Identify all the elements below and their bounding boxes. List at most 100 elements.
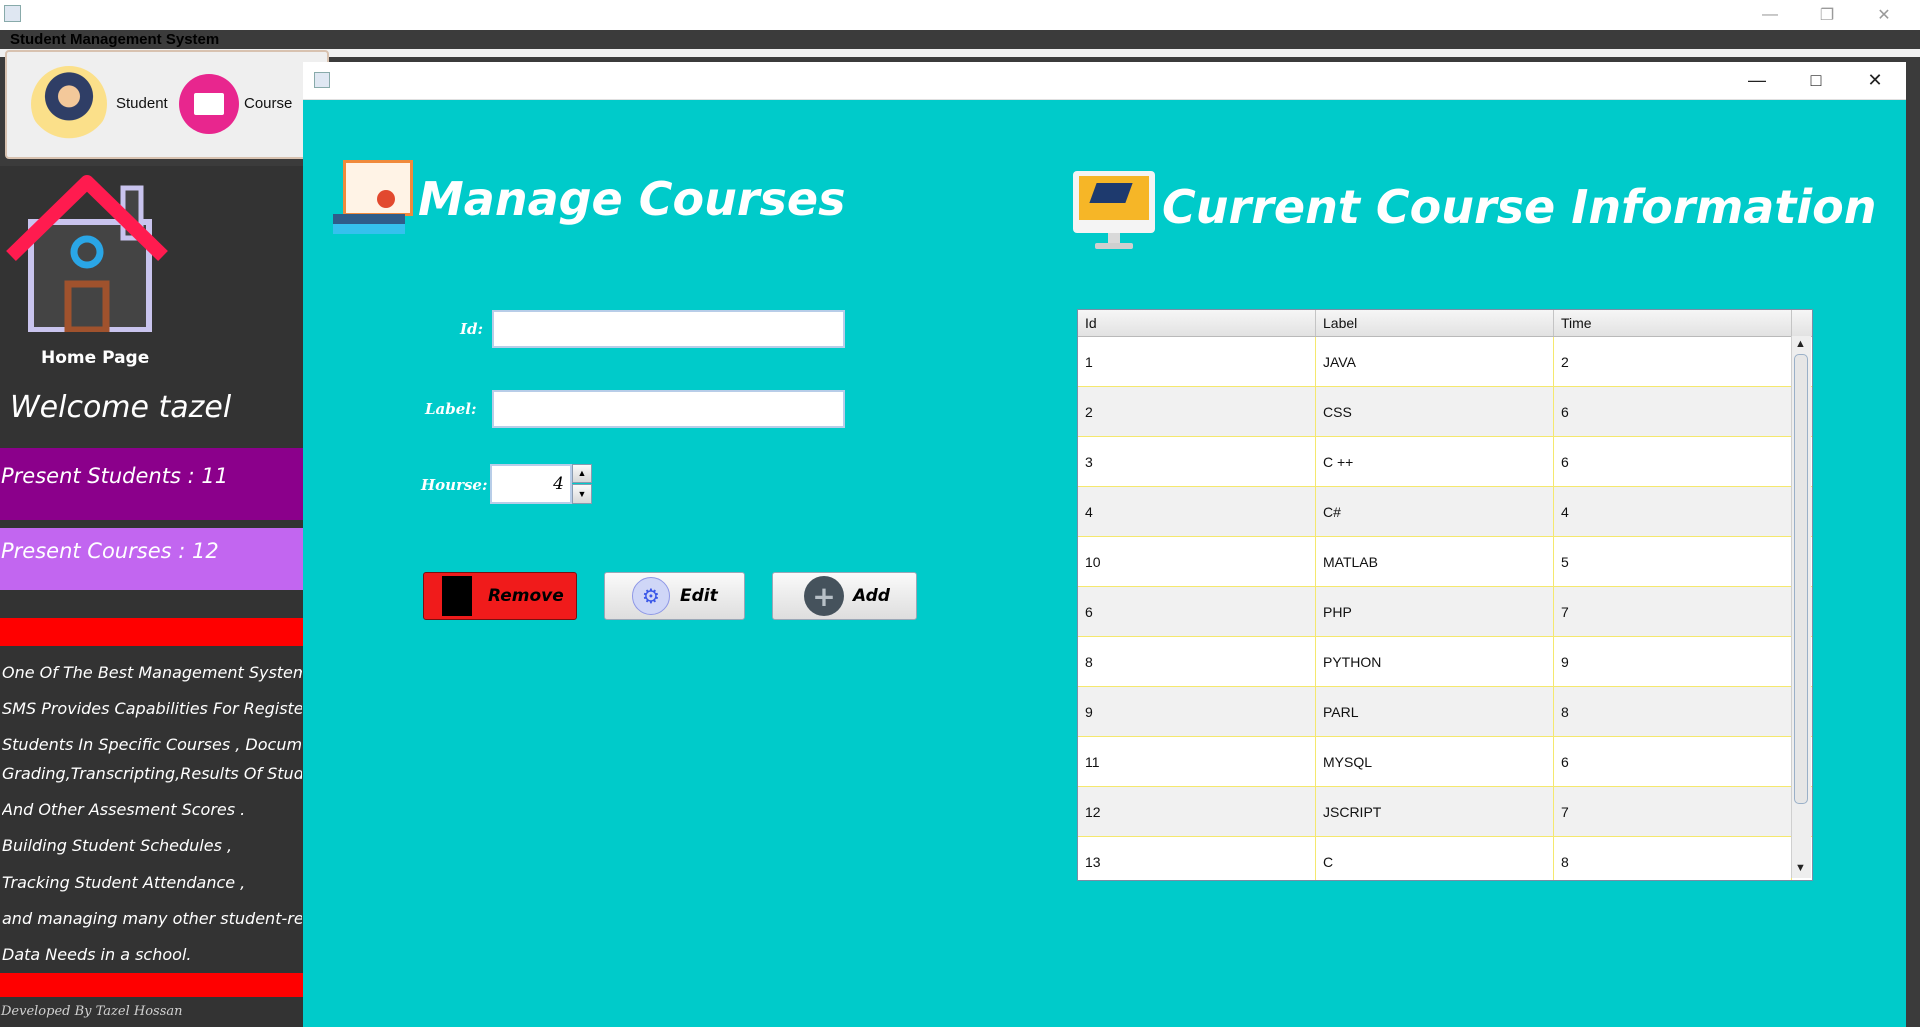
- hours-field[interactable]: 4: [490, 464, 572, 504]
- current-course-title: Current Course Information: [1162, 180, 1877, 234]
- cell-label: MATLAB: [1316, 537, 1554, 586]
- column-header-time[interactable]: Time: [1554, 310, 1792, 336]
- inner-maximize-button[interactable]: □: [1787, 62, 1845, 99]
- table-header: Id Label Time: [1078, 310, 1812, 337]
- cell-time: 6: [1554, 437, 1792, 486]
- label-field[interactable]: [492, 390, 845, 428]
- about-line: SMS Provides Capabilities For Register: [2, 699, 302, 718]
- cell-id: 10: [1078, 537, 1316, 586]
- remove-label: Remove: [488, 586, 564, 606]
- cell-id: 2: [1078, 387, 1316, 436]
- cell-label: C ++: [1316, 437, 1554, 486]
- add-button[interactable]: + Add: [772, 572, 917, 620]
- cell-id: 13: [1078, 837, 1316, 880]
- table-row[interactable]: 2 CSS 6: [1078, 387, 1812, 437]
- manage-courses-title: Manage Courses: [418, 172, 846, 226]
- java-app-icon: [4, 5, 21, 22]
- cell-id: 3: [1078, 437, 1316, 486]
- graduation-monitor-icon: [1073, 171, 1155, 251]
- outer-title-bar: — ❐ ✕: [0, 0, 1920, 30]
- gear-icon: ⚙: [632, 577, 670, 615]
- app-title: Student Management System: [10, 31, 220, 48]
- plus-icon: +: [804, 576, 844, 616]
- scroll-up-arrow-icon[interactable]: ▲: [1795, 338, 1806, 350]
- cell-id: 4: [1078, 487, 1316, 536]
- present-students-band: Present Students : 11: [0, 448, 303, 520]
- table-row[interactable]: 13 C 8: [1078, 837, 1812, 880]
- hours-label: Hourse:: [421, 476, 488, 494]
- id-label: Id:: [460, 320, 484, 338]
- home-page-label: Home Page: [41, 348, 150, 368]
- cell-time: 6: [1554, 387, 1792, 436]
- cell-id: 12: [1078, 787, 1316, 836]
- student-label: Student: [116, 95, 168, 112]
- column-header-id[interactable]: Id: [1078, 310, 1316, 336]
- module-toolbar: Student Course: [5, 50, 329, 159]
- scroll-thumb[interactable]: [1794, 354, 1808, 804]
- students-group-icon: [31, 66, 107, 142]
- scroll-down-arrow-icon[interactable]: ▼: [1795, 862, 1806, 874]
- certificate-icon: [331, 160, 413, 240]
- label-label: Label:: [425, 400, 477, 418]
- remove-button[interactable]: Remove: [423, 572, 577, 620]
- java-window-icon: [314, 72, 330, 88]
- cell-id: 1: [1078, 337, 1316, 386]
- cell-time: 7: [1554, 587, 1792, 636]
- id-field[interactable]: [492, 310, 845, 348]
- about-line: Grading,Transcripting,Results Of Stude: [2, 764, 302, 783]
- home-button[interactable]: Home Page: [0, 168, 180, 373]
- inner-title-bar: — □ ✕: [303, 62, 1906, 100]
- outer-minimize-button[interactable]: —: [1747, 0, 1793, 30]
- add-label: Add: [853, 586, 890, 606]
- cell-label: CSS: [1316, 387, 1554, 436]
- cell-id: 8: [1078, 637, 1316, 686]
- about-line: One Of The Best Management System: [2, 663, 302, 682]
- cell-label: PHP: [1316, 587, 1554, 636]
- table-row[interactable]: 6 PHP 7: [1078, 587, 1812, 637]
- cell-label: JAVA: [1316, 337, 1554, 386]
- edit-label: Edit: [680, 586, 718, 606]
- present-courses-text: Present Courses : 12: [1, 539, 219, 563]
- outer-restore-button[interactable]: ❐: [1804, 0, 1850, 30]
- student-button[interactable]: Student: [31, 64, 181, 144]
- cell-label: MYSQL: [1316, 737, 1554, 786]
- cell-time: 2: [1554, 337, 1792, 386]
- home-icon: [6, 175, 168, 332]
- table-body: 1 JAVA 2 2 CSS 6 3C ++ 6 4 C# 4 10 MATLAB 5 6 PHP 7…: [1078, 337, 1812, 880]
- present-students-text: Present Students : 11: [1, 464, 229, 488]
- trash-icon: [442, 576, 472, 616]
- cell-label: JSCRIPT: [1316, 787, 1554, 836]
- table-row[interactable]: 3C ++ 6: [1078, 437, 1812, 487]
- table-row[interactable]: 8 PYTHON 9: [1078, 637, 1812, 687]
- about-line: and managing many other student-re: [2, 909, 302, 928]
- table-row[interactable]: 10 MATLAB 5: [1078, 537, 1812, 587]
- cell-label: C#: [1316, 487, 1554, 536]
- hours-spinner[interactable]: 4 ▲ ▼: [490, 464, 593, 504]
- table-row[interactable]: 12 JSCRIPT 7: [1078, 787, 1812, 837]
- table-row[interactable]: 4 C# 4: [1078, 487, 1812, 537]
- cell-time: 6: [1554, 737, 1792, 786]
- course-table: Id Label Time 1 JAVA 2 2 CSS 6 3C ++ 6 4 C# 4 1…: [1077, 309, 1813, 881]
- spinner-up-button[interactable]: ▲: [572, 464, 592, 483]
- present-courses-band: Present Courses : 12: [0, 528, 303, 590]
- cell-label: PYTHON: [1316, 637, 1554, 686]
- welcome-text: Welcome tazel: [10, 390, 232, 425]
- cell-time: 9: [1554, 637, 1792, 686]
- edit-button[interactable]: ⚙ Edit: [604, 572, 745, 620]
- red-divider-bottom: [0, 973, 303, 997]
- inner-close-button[interactable]: ✕: [1846, 62, 1904, 99]
- inner-minimize-button[interactable]: —: [1728, 62, 1786, 99]
- cell-time: 7: [1554, 787, 1792, 836]
- table-row[interactable]: 9 PARL 8: [1078, 687, 1812, 737]
- table-row[interactable]: 11 MYSQL 6: [1078, 737, 1812, 787]
- column-header-label[interactable]: Label: [1316, 310, 1554, 336]
- cell-time: 5: [1554, 537, 1792, 586]
- outer-close-button[interactable]: ✕: [1861, 0, 1907, 30]
- course-button[interactable]: Course: [179, 64, 319, 144]
- table-row[interactable]: 1 JAVA 2: [1078, 337, 1812, 387]
- cell-time: 4: [1554, 487, 1792, 536]
- spinner-down-button[interactable]: ▼: [572, 484, 592, 504]
- cell-time: 8: [1554, 837, 1792, 880]
- about-line: Students In Specific Courses , Docum: [2, 735, 302, 754]
- book-icon: [179, 74, 239, 134]
